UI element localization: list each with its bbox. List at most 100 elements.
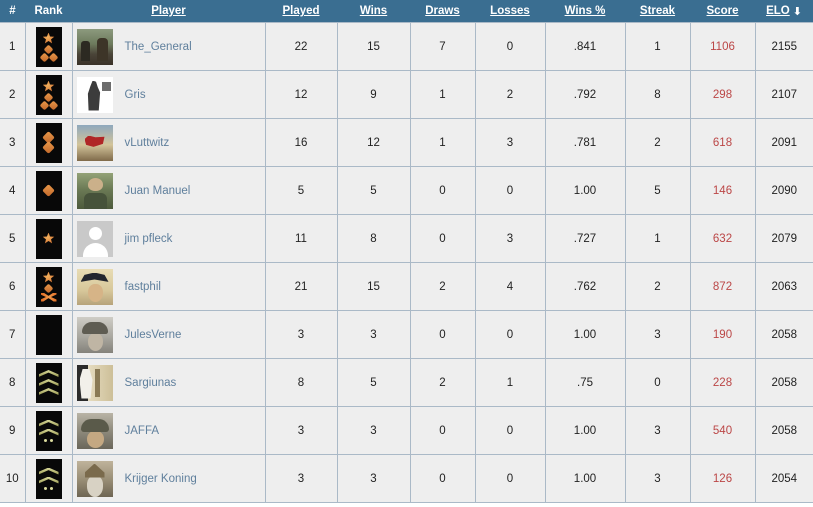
player-name-link[interactable]: Sargiunas	[125, 377, 177, 389]
cell-played: 8	[264, 358, 338, 407]
table-row[interactable]: 7 JulesVerne 3 3 0 0 1.00 3 190 2058	[0, 310, 813, 359]
avatar[interactable]	[76, 28, 113, 65]
cell-wins-percent: .841	[544, 22, 626, 71]
avatar[interactable]	[76, 268, 113, 305]
rank-dots	[44, 486, 53, 490]
cell-rank	[24, 406, 73, 455]
table-row[interactable]: 9 JAFFA 3 3 0 0 1.00 3 540 2058	[0, 406, 813, 455]
column-header-score[interactable]: Score	[690, 0, 755, 23]
player-name-link[interactable]: The_General	[125, 41, 192, 53]
chevron-stack	[38, 419, 59, 442]
cell-score: 632	[689, 214, 756, 263]
cell-position: 5	[0, 214, 26, 263]
cell-rank	[24, 358, 73, 407]
table-row[interactable]: 6 fastphil 21 15 2 4.762 2 872 2063	[0, 262, 813, 311]
column-header-wins[interactable]: Wins	[337, 0, 410, 23]
table-body: 1 The_General 22 15 7 0.841 1 1106 2155 2 Gris 12 9 1…	[0, 22, 813, 503]
column-header-num: #	[0, 0, 25, 23]
rank-insignia-two-chevrons-dots	[35, 410, 62, 451]
avatar[interactable]	[76, 364, 113, 401]
column-header-streak[interactable]: Streak	[625, 0, 690, 23]
avatar[interactable]	[76, 172, 113, 209]
table-row[interactable]: 2 Gris 12 9 1 2.792 8 298 2107	[0, 70, 813, 119]
cell-draws: 2	[409, 358, 476, 407]
pip-row	[39, 100, 58, 110]
column-header-winpct[interactable]: Wins %	[545, 0, 625, 23]
player-name-link[interactable]: JAFFA	[125, 425, 160, 437]
avatar[interactable]	[76, 76, 113, 113]
cell-rank	[24, 262, 73, 311]
chevron-icon	[38, 428, 59, 436]
chevron-icon	[38, 370, 59, 377]
column-header-label-num: #	[9, 5, 16, 17]
player-cell: Sargiunas	[73, 359, 265, 406]
pip-row	[43, 92, 54, 102]
column-header-elo[interactable]: ELO ⬇	[755, 0, 813, 23]
table-row[interactable]: 8 Sargiunas 8 5 2 1.75 0 228 2058	[0, 358, 813, 407]
chevron-icon	[38, 476, 59, 484]
player-name-link[interactable]: Gris	[125, 89, 146, 101]
avatar[interactable]	[76, 316, 113, 353]
cell-elo: 2058	[754, 406, 813, 455]
cell-played: 21	[264, 262, 338, 311]
rank-dot-icon	[50, 438, 53, 442]
cell-player: jim pfleck	[71, 214, 266, 263]
cell-elo: 2091	[754, 118, 813, 167]
leaderboard-table: # Rank Player Played Wins Draws Losses Wins % St…	[0, 0, 813, 503]
cell-score: 872	[689, 262, 756, 311]
player-name-link[interactable]: Juan Manuel	[125, 185, 191, 197]
table-row[interactable]: 10 Krijger Koning 3 3 0 0 1.00 3 126 2054	[0, 454, 813, 503]
cell-wins: 3	[336, 406, 411, 455]
cell-player: Krijger Koning	[71, 454, 266, 503]
avatar[interactable]	[76, 124, 113, 161]
cell-played: 12	[264, 70, 338, 119]
diamond-pip-icon	[48, 52, 58, 62]
cell-losses: 0	[474, 166, 546, 215]
cell-elo: 2090	[754, 166, 813, 215]
player-name-link[interactable]: jim pfleck	[125, 233, 173, 245]
player-cell: vLuttwitz	[73, 119, 265, 166]
column-header-player[interactable]: Player	[72, 0, 265, 23]
table-row[interactable]: 4 Juan Manuel 5 5 0 0 1.00 5 146 2090	[0, 166, 813, 215]
cell-draws: 0	[409, 166, 476, 215]
cell-draws: 2	[409, 262, 476, 311]
player-cell: The_General	[73, 23, 265, 70]
table-row[interactable]: 1 The_General 22 15 7 0.841 1 1106 2155	[0, 22, 813, 71]
cell-wins-percent: .762	[544, 262, 626, 311]
player-name-link[interactable]: fastphil	[125, 281, 161, 293]
player-name-link[interactable]: JulesVerne	[125, 329, 182, 341]
cell-streak: 1	[624, 214, 691, 263]
player-cell: JulesVerne	[73, 311, 265, 358]
pip-row	[39, 52, 58, 62]
player-name-link[interactable]: vLuttwitz	[125, 137, 170, 149]
column-header-draws[interactable]: Draws	[410, 0, 475, 23]
star-pip-icon	[42, 271, 55, 283]
cell-draws: 7	[409, 22, 476, 71]
player-cell: JAFFA	[73, 407, 265, 454]
avatar[interactable]	[76, 412, 113, 449]
cell-score: 1106	[689, 22, 756, 71]
cell-streak: 8	[624, 70, 691, 119]
column-header-losses[interactable]: Losses	[475, 0, 545, 23]
rank-insignia-two-diamonds	[35, 122, 62, 163]
rank-insignia-three-chevrons	[35, 362, 62, 403]
avatar[interactable]	[76, 460, 113, 497]
player-cell: jim pfleck	[73, 215, 265, 262]
diamond-pip-icon	[43, 283, 54, 293]
cell-losses: 0	[474, 454, 546, 503]
table-row[interactable]: 3 vLuttwitz 16 12 1 3.781 2 618 2091	[0, 118, 813, 167]
cell-wins-percent: .75	[544, 358, 626, 407]
cell-losses: 0	[474, 310, 546, 359]
column-header-played[interactable]: Played	[265, 0, 337, 23]
chevron-icon	[38, 379, 59, 386]
table-row[interactable]: 5 jim pfleck 11 8 0 3.727 1 632 2079	[0, 214, 813, 263]
cell-wins: 12	[336, 118, 411, 167]
cell-wins-percent: 1.00	[544, 406, 626, 455]
cell-position: 7	[0, 310, 26, 359]
player-name-link[interactable]: Krijger Koning	[125, 473, 197, 485]
cell-position: 1	[0, 22, 26, 71]
cell-rank	[24, 454, 73, 503]
cell-player: JAFFA	[71, 406, 266, 455]
cell-wins-percent: 1.00	[544, 454, 626, 503]
avatar[interactable]	[76, 220, 113, 257]
